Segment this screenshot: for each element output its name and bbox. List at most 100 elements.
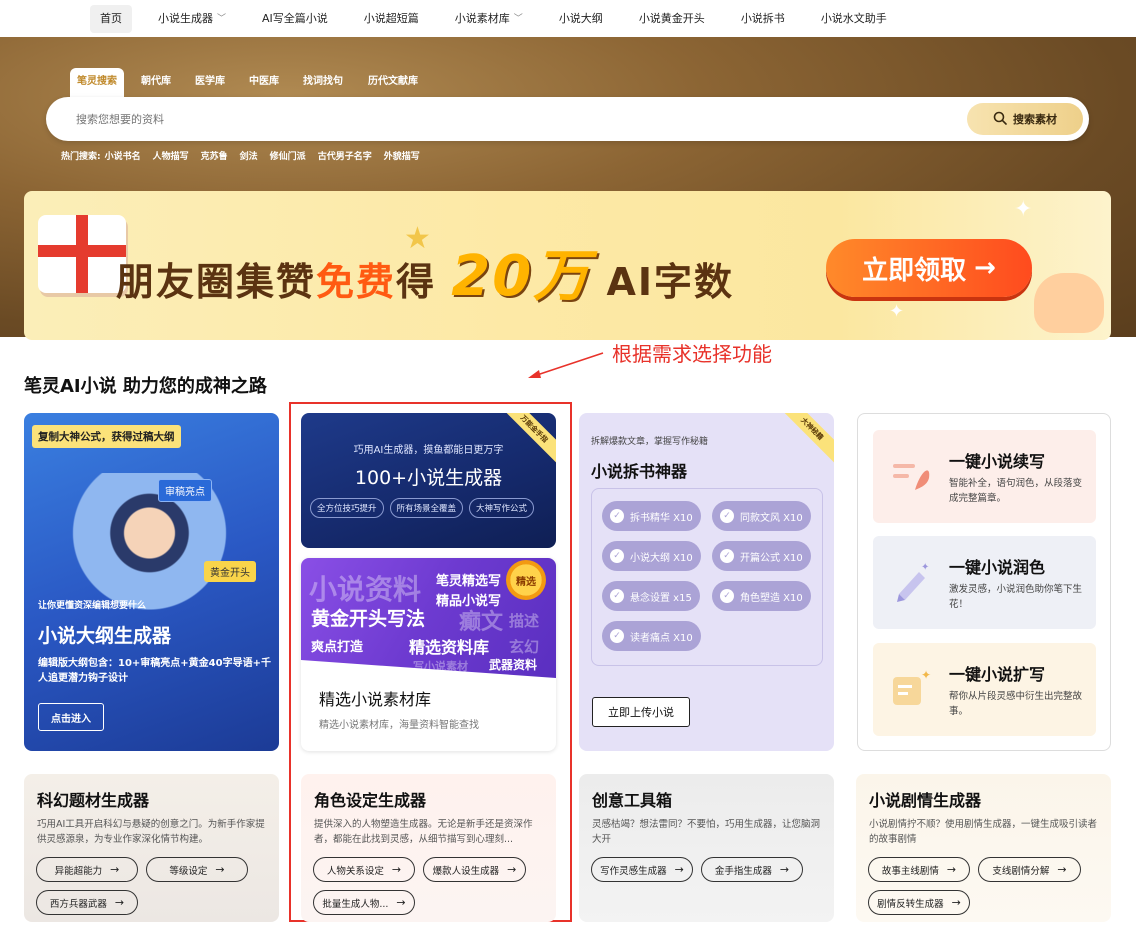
search-icon: [993, 111, 1007, 128]
featured-badge: 精选: [506, 560, 546, 600]
tab-tcm[interactable]: 中医库: [242, 68, 286, 98]
pen-polish-icon: ✦: [885, 556, 937, 608]
character-generator-card[interactable]: 角色设定生成器 提供深入的人物塑造生成器。无论是新手还是资深作者，都能在此找到灵…: [301, 774, 556, 922]
tab-words[interactable]: 找词找句: [296, 68, 350, 98]
material-library-card[interactable]: 小说资料 笔灵精选写 精品小说写 黄金开头写法 癫文 描述 爽点打造 精选资料库…: [301, 558, 556, 751]
nav-label: 小说超短篇: [363, 11, 419, 25]
hot-item[interactable]: 剑法: [240, 149, 258, 162]
generator-link[interactable]: 金手指生成器 →: [701, 857, 803, 882]
claim-button-label: 立即领取: [862, 255, 967, 286]
claim-button[interactable]: 立即领取 →: [826, 239, 1032, 297]
banner-text: AI字数: [606, 260, 735, 304]
link-label: 等级设定: [169, 865, 208, 877]
tool-polish[interactable]: ✦ 一键小说润色 激发灵感，小说润色助你笔下生花！: [873, 536, 1096, 629]
banner-amount: 20万: [451, 244, 592, 309]
enter-button[interactable]: 点击进入: [38, 703, 104, 731]
pointing-hand-icon: [1034, 273, 1104, 333]
nav-outline[interactable]: 小说大纲: [549, 5, 613, 33]
check-icon: ✓: [610, 509, 624, 523]
svg-text:✦: ✦: [921, 668, 931, 682]
feature-pill: 所有场景全覆盖: [389, 498, 464, 518]
creative-toolbox-card[interactable]: 创意工具箱 灵感枯竭？想法雷同？不要怕，巧用生成器，让您脑洞大开 写作灵感生成器…: [579, 774, 834, 922]
generator-link[interactable]: 西方兵器武器 →: [36, 890, 138, 915]
nav-home[interactable]: 首页: [90, 4, 132, 33]
nav-filler-assistant[interactable]: 小说水文助手: [811, 5, 897, 33]
split-tag-label: 开篇公式 X10: [740, 552, 803, 564]
nav-short-story[interactable]: 小说超短篇: [354, 5, 429, 33]
tab-dynasty[interactable]: 朝代库: [134, 68, 178, 98]
collage-word: 小说资料: [309, 573, 422, 606]
generator-link[interactable]: 等级设定 →: [146, 857, 248, 882]
generator-link[interactable]: 爆款人设生成器 →: [423, 857, 526, 882]
collage-word: 玄幻: [509, 638, 540, 656]
arrow-right-icon: →: [215, 863, 225, 876]
tool-continue[interactable]: 一键小说续写 智能补全，语句润色，从段落变成完整篇章。: [873, 430, 1096, 523]
tool-expand[interactable]: ✦ 一键小说扩写 帮你从片段灵感中衍生出完整故事。: [873, 643, 1096, 736]
card-title: 小说剧情生成器: [869, 791, 982, 810]
generator-link[interactable]: 支线剧情分解 →: [978, 857, 1081, 882]
upload-novel-button[interactable]: 立即上传小说: [592, 697, 690, 727]
card-subtitle: 拆解爆款文章，掌握写作秘籍: [591, 437, 709, 447]
generator-link[interactable]: 故事主线剧情 →: [868, 857, 970, 882]
annotation-arrow-icon: [528, 352, 604, 378]
hot-label: 热门搜索:: [61, 152, 101, 162]
link-label: 金手指生成器: [714, 865, 772, 877]
hot-item[interactable]: 古代男子名字: [318, 149, 372, 162]
tab-literature[interactable]: 历代文献库: [361, 68, 425, 98]
hot-item[interactable]: 克苏鲁: [201, 149, 228, 162]
card-desc: 灵感枯竭？想法雷同？不要怕，巧用生成器，让您脑洞大开: [592, 819, 821, 845]
tool-title: 一键小说续写: [949, 452, 1046, 471]
tab-medical[interactable]: 医学库: [188, 68, 232, 98]
generator-link[interactable]: 剧情反转生成器 →: [868, 890, 970, 915]
collage-word: 癫文: [459, 610, 504, 635]
nav-label: 小说黄金开头: [638, 11, 705, 25]
scifi-generator-card[interactable]: 科幻题材生成器 巧用AI工具开启科幻与悬疑的创意之门。为新手作家提供灵感源泉，为…: [24, 774, 279, 922]
generator-link[interactable]: 异能超能力 →: [36, 857, 138, 882]
card-title: 创意工具箱: [592, 791, 673, 810]
check-icon: ✓: [610, 589, 624, 603]
nav-label: 首页: [100, 11, 122, 25]
card-subtitle: 让你更懂资深编辑想要什么: [38, 601, 147, 611]
feature-pill: 全方位技巧提升: [310, 498, 384, 518]
collage-word: 描述: [509, 612, 540, 630]
tab-biling-search[interactable]: 笔灵搜索: [70, 68, 124, 98]
search-button-label: 搜索素材: [1013, 113, 1057, 126]
nav-golden-opening[interactable]: 小说黄金开头: [629, 5, 715, 33]
nav-book-split[interactable]: 小说拆书: [731, 5, 795, 33]
tool-title: 一键小说扩写: [949, 665, 1046, 684]
nav-label: 小说生成器: [158, 11, 213, 25]
feature-pill: 大神写作公式: [469, 498, 535, 518]
hot-item[interactable]: 人物描写: [153, 149, 189, 162]
arrow-right-icon: →: [974, 253, 996, 283]
split-tag: ✓ 读者痛点 X10: [602, 621, 701, 651]
plot-generator-card[interactable]: 小说剧情生成器 小说剧情拧不顺？使用剧情生成器，一键生成吸引读者的故事剧情 故事…: [856, 774, 1111, 922]
arrow-right-icon: →: [396, 896, 406, 909]
tool-desc: 帮你从片段灵感中衍生出完整故事。: [949, 691, 1083, 717]
nav-ai-full-novel[interactable]: AI写全篇小说: [252, 5, 338, 33]
hot-item[interactable]: 外貌描写: [384, 149, 420, 162]
arrow-right-icon: →: [951, 896, 961, 909]
chevron-down-icon: ﹀: [217, 13, 227, 24]
nav-novel-generator[interactable]: 小说生成器 ﹀: [148, 5, 236, 33]
search-input[interactable]: [76, 109, 776, 129]
hot-item[interactable]: 小说书名: [105, 149, 141, 162]
generator-link[interactable]: 批量生成人物... →: [313, 890, 415, 915]
split-tag-label: 同款文风 X10: [740, 512, 803, 524]
card-tag: 复制大神公式，获得过稿大纲: [32, 425, 181, 448]
nav-label: 小说水文助手: [820, 11, 887, 25]
generator-link[interactable]: 写作灵感生成器 →: [591, 857, 693, 882]
banner-title: 朋友圈集赞免费得 20万 AI字数: [116, 231, 734, 312]
collage-word: 笔灵精选写: [436, 574, 502, 589]
split-tag: ✓ 小说大纲 X10: [602, 541, 701, 571]
search-button[interactable]: 搜索素材: [967, 103, 1083, 135]
generator-link[interactable]: 人物关系设定 →: [313, 857, 415, 882]
novel-generators-card[interactable]: 万能金手指 巧用AI生成器，摸鱼都能日更万字 100+小说生成器 全方位技巧提升…: [301, 413, 556, 548]
card-title: 小说拆书神器: [591, 462, 688, 481]
hot-item[interactable]: 修仙门派: [270, 149, 306, 162]
book-split-card[interactable]: 大神秘籍 拆解爆款文章，掌握写作秘籍 小说拆书神器 ✓ 拆书精华 X10 ✓ 同款文…: [579, 413, 834, 751]
outline-generator-card[interactable]: 复制大神公式，获得过稿大纲 审稿亮点 黄金开头 让你更懂资深编辑想要什么 小说大…: [24, 413, 279, 751]
promo-banner[interactable]: ★ ✦ ✦ 朋友圈集赞免费得 20万 AI字数 立即领取 →: [24, 191, 1111, 340]
sparkle-icon: ✦: [1014, 197, 1033, 222]
nav-label: 小说素材库: [454, 11, 510, 25]
nav-material-library[interactable]: 小说素材库 ﹀: [445, 5, 533, 33]
